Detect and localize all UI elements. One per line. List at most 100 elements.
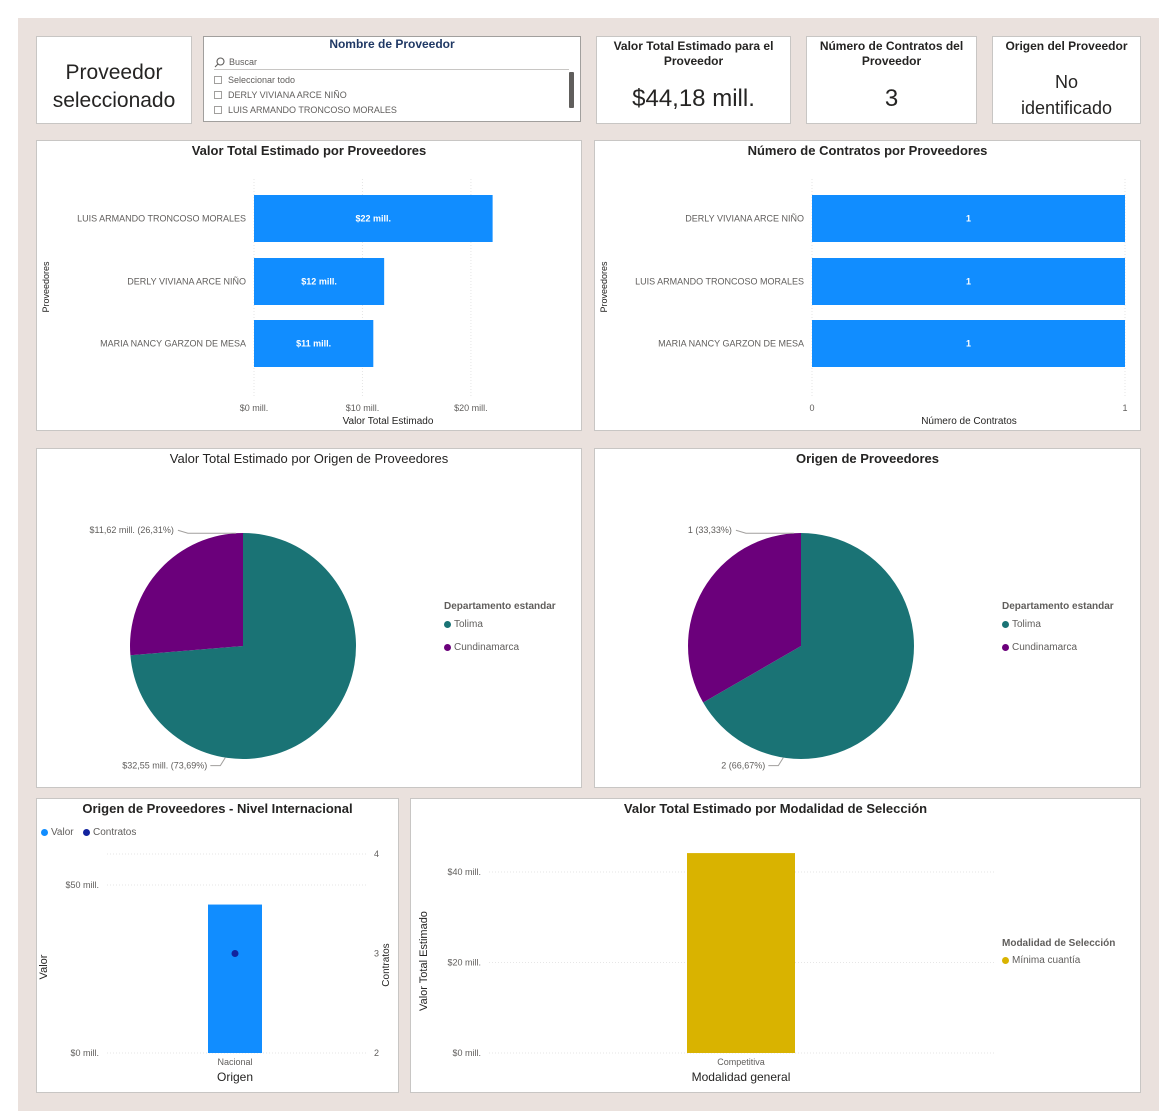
y2-tick-label: 3 xyxy=(374,949,379,959)
x-tick-label: 0 xyxy=(809,403,814,413)
internacional-svg: $0 mill. $50 mill. 2 3 4 Nacional Origen Valor C… xyxy=(38,849,392,1084)
legend-item-cundinamarca[interactable]: Cundinamarca xyxy=(1002,642,1077,653)
selected-provider-card: Proveedor seleccionado xyxy=(36,36,192,124)
kpi-origen-title: Origen del Proveedor xyxy=(1005,39,1128,53)
checkbox[interactable] xyxy=(214,76,222,84)
data-label: $11 mill. xyxy=(296,339,331,349)
kpi-valor-title: Valor Total Estimado para el Proveedor xyxy=(613,39,774,68)
legend-label: Cundinamarca xyxy=(1012,642,1078,653)
legend-label: Mínima cuantía xyxy=(1012,955,1081,966)
valor-proveedores-svg: $0 mill. $10 mill. $20 mill. LUIS ARMANDO T… xyxy=(41,179,493,427)
leader-line xyxy=(768,757,784,767)
data-label: 2 (66,67%) xyxy=(721,761,765,771)
origen-proveedores-pie-svg: 2 (66,67%) 1 (33,33%) xyxy=(688,525,914,771)
valor-origen-pie-svg: $32,55 mill. (73,69%) $11,62 mill. (26,31… xyxy=(90,525,356,771)
leader-line xyxy=(210,757,226,767)
legend-label: Tolima xyxy=(1012,619,1041,630)
x-axis-title: Valor Total Estimado xyxy=(343,416,434,427)
provider-slicer: Nombre de Proveedor Buscar Seleccionar t… xyxy=(203,36,581,122)
legend-dot xyxy=(444,644,451,651)
category-label: LUIS ARMANDO TRONCOSO MORALES xyxy=(77,214,246,224)
valor-proveedores-chart[interactable]: Valor Total Estimado por Proveedores $0 … xyxy=(36,140,582,431)
pie-slice xyxy=(130,533,243,656)
category-label: DERLY VIVIANA ARCE NIÑO xyxy=(127,277,246,287)
slicer-title: Nombre de Proveedor xyxy=(329,37,455,51)
y-tick-label: $20 mill. xyxy=(447,958,481,968)
category-label: DERLY VIVIANA ARCE NIÑO xyxy=(685,214,804,224)
kpi-valor-card: Valor Total Estimado para el Proveedor $… xyxy=(596,36,791,124)
legend-dot xyxy=(1002,621,1009,628)
y-tick-label: $0 mill. xyxy=(452,1048,481,1058)
line-point xyxy=(231,950,239,957)
data-label: $11,62 mill. (26,31%) xyxy=(90,525,174,535)
leader-line xyxy=(735,529,794,534)
x-tick-label: Nacional xyxy=(217,1057,252,1067)
y-axis-title: Valor Total Estimado xyxy=(418,911,430,1011)
checkbox[interactable] xyxy=(214,106,222,114)
x-tick-label: $0 mill. xyxy=(240,403,269,413)
checkbox[interactable] xyxy=(214,91,222,99)
slicer-item-label: Seleccionar todo xyxy=(228,75,296,85)
data-label: $22 mill. xyxy=(356,214,392,224)
x-axis-title: Modalidad general xyxy=(692,1070,791,1084)
x-tick-label: $20 mill. xyxy=(454,403,488,413)
slicer-item-derly[interactable]: DERLY VIVIANA ARCE NIÑO xyxy=(214,90,347,100)
x-tick-label: $10 mill. xyxy=(346,403,380,413)
kpi-valor-value: $44,18 mill. xyxy=(632,85,755,112)
legend-title: Modalidad de Selección xyxy=(1002,938,1116,949)
legend-item-tolima[interactable]: Tolima xyxy=(444,619,483,630)
slicer-search[interactable]: Buscar xyxy=(214,55,569,70)
x-axis-title: Origen xyxy=(217,1070,253,1084)
slicer-item-luis[interactable]: LUIS ARMANDO TRONCOSO MORALES xyxy=(214,105,397,115)
data-label: 1 xyxy=(966,214,971,224)
data-label: 1 xyxy=(966,277,971,287)
legend-item-tolima[interactable]: Tolima xyxy=(1002,619,1041,630)
data-label: 1 (33,33%) xyxy=(688,525,732,535)
y-axis-title: Proveedores xyxy=(41,261,51,313)
x-tick-label: 1 xyxy=(1122,403,1127,413)
modalidad-chart[interactable]: Valor Total Estimado por Modalidad de Se… xyxy=(410,798,1141,1093)
bar xyxy=(208,904,262,1053)
legend-title: Departamento estandar xyxy=(1002,601,1114,612)
origen-proveedores-pie-chart[interactable]: Origen de Proveedores 2 (66,67%) 1 (33,33… xyxy=(594,448,1141,788)
slicer-item-label: DERLY VIVIANA ARCE NIÑO xyxy=(228,90,347,100)
legend-item-cundinamarca[interactable]: Cundinamarca xyxy=(444,642,519,653)
legend-title: Departamento estandar xyxy=(444,601,556,612)
data-label: $32,55 mill. (73,69%) xyxy=(122,761,207,771)
legend-label: Tolima xyxy=(454,619,483,630)
y-tick-label: $50 mill. xyxy=(65,880,99,890)
x-tick-label: Competitiva xyxy=(717,1057,765,1067)
category-label: MARIA NANCY GARZON DE MESA xyxy=(658,339,804,349)
category-label: MARIA NANCY GARZON DE MESA xyxy=(100,339,246,349)
kpi-contratos-card: Número de Contratos del Proveedor 3 xyxy=(806,36,977,124)
legend-item-minima-cuantia[interactable]: Mínima cuantía xyxy=(1002,955,1080,966)
contratos-proveedores-chart[interactable]: Número de Contratos por Proveedores 0 1 DE… xyxy=(594,140,1141,431)
bar xyxy=(687,853,795,1053)
legend-dot xyxy=(1002,644,1009,651)
slicer-scrollbar[interactable] xyxy=(569,72,574,108)
search-icon xyxy=(214,56,225,67)
data-label: $12 mill. xyxy=(301,277,337,287)
valor-origen-pie-chart[interactable]: Valor Total Estimado por Origen de Prove… xyxy=(36,448,582,788)
y-axis-title: Valor xyxy=(38,954,50,979)
x-axis-title: Número de Contratos xyxy=(921,416,1017,427)
legend-dot xyxy=(444,621,451,628)
category-label: LUIS ARMANDO TRONCOSO MORALES xyxy=(635,277,804,287)
report-canvas: Proveedor seleccionado Nombre de Proveed… xyxy=(18,18,1159,1111)
kpi-contratos-value: 3 xyxy=(884,85,899,112)
y2-axis-title: Contratos xyxy=(381,943,392,986)
slicer-item-select-all[interactable]: Seleccionar todo xyxy=(214,75,295,85)
y-tick-label: $40 mill. xyxy=(447,867,481,877)
kpi-origen-value: No identificado xyxy=(1020,72,1113,118)
y-axis-title: Proveedores xyxy=(599,261,609,313)
internacional-chart[interactable]: Origen de Proveedores - Nivel Internacio… xyxy=(36,798,399,1093)
selected-provider-text: Proveedor seleccionado xyxy=(52,61,176,112)
legend-dot xyxy=(1002,957,1009,964)
contratos-proveedores-svg: 0 1 DERLY VIVIANA ARCE NIÑO 1 LUIS ARMANDO T… xyxy=(599,179,1128,427)
kpi-contratos-title: Número de Contratos del Proveedor xyxy=(819,39,964,68)
kpi-origen-card: Origen del Proveedor No identificado xyxy=(992,36,1141,124)
leader-line xyxy=(177,529,236,534)
legend-label: Cundinamarca xyxy=(454,642,520,653)
y2-tick-label: 2 xyxy=(374,1048,379,1058)
slicer-item-label: LUIS ARMANDO TRONCOSO MORALES xyxy=(228,105,397,115)
